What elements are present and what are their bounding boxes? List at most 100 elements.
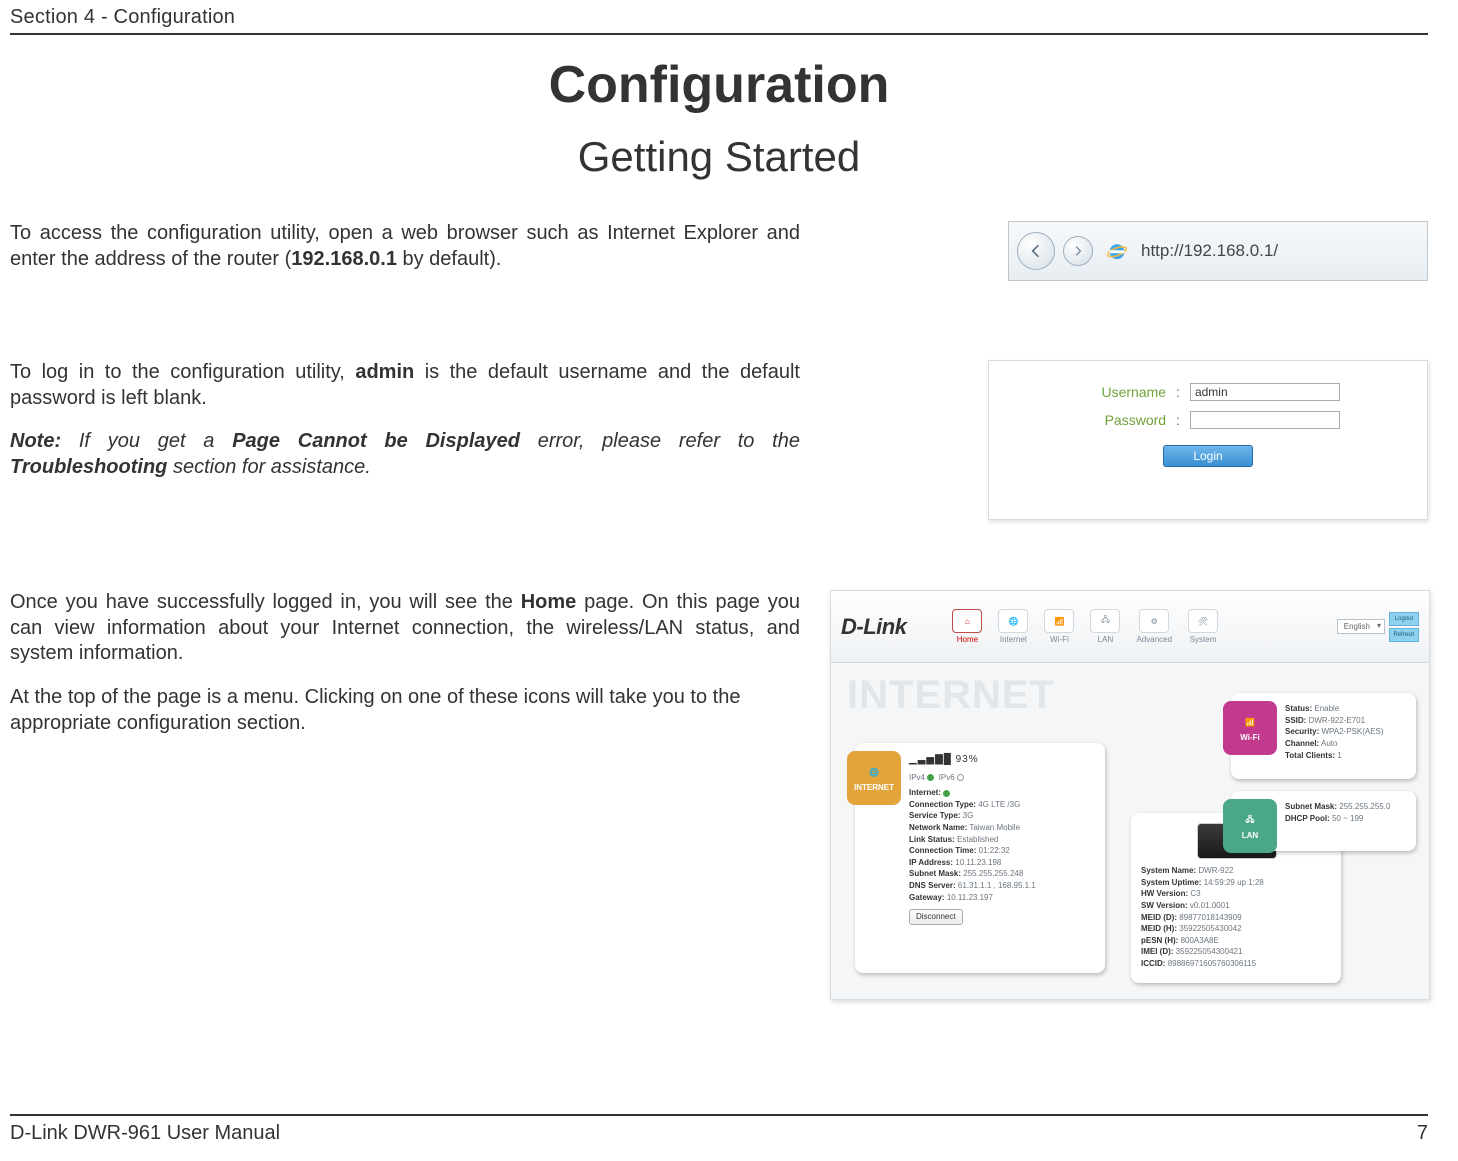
kv-row: ICCID: 89886971605760306115 (1141, 958, 1333, 970)
disconnect-button: Disconnect (909, 909, 963, 925)
login-screenshot: Username : admin Password : Login (988, 360, 1428, 520)
tab-label: LAN (1242, 831, 1258, 840)
kv-row: Internet: (909, 787, 1097, 799)
page-subtitle: Getting Started (10, 133, 1428, 181)
lan-icon: 🖧 (1090, 609, 1120, 633)
kv-row: Total Clients: 1 (1285, 750, 1408, 762)
lan-icon: 🖧 (1239, 813, 1261, 829)
logout-button: Logout (1389, 612, 1419, 626)
error-name: Page Cannot be Displayed (232, 430, 520, 452)
username-label: Username (1076, 384, 1166, 400)
text: To log in to the configuration utility, (10, 361, 355, 383)
text: : (1176, 412, 1180, 428)
tab-label: INTERNET (854, 783, 894, 792)
status-dot-green-icon (943, 790, 950, 797)
text: : (1176, 384, 1180, 400)
running-header: Section 4 - Configuration (10, 0, 1428, 35)
nav-label: Internet (1000, 635, 1027, 644)
paragraph-home: Once you have successfully logged in, yo… (10, 590, 800, 754)
troubleshooting-ref: Troubleshooting (10, 456, 167, 478)
kv-row: DHCP Pool: 50 ~ 199 (1285, 813, 1408, 825)
lan-tab: 🖧 LAN (1223, 799, 1277, 853)
kv-row: Connection Type: 4G LTE /3G (909, 799, 1097, 811)
wifi-tab: 📶 Wi-Fi (1223, 701, 1277, 755)
nav-advanced: ⚙ Advanced (1130, 607, 1178, 646)
internet-tab: 🌐 INTERNET (847, 751, 901, 805)
kv-row: SW Version: v0.01.0001 (1141, 900, 1333, 912)
nav-internet: 🌐 Internet (992, 607, 1034, 646)
kv-row: SSID: DWR-922-E701 (1285, 715, 1408, 727)
watermark: INTERNET (847, 673, 1055, 718)
refresh-button: Refresh (1389, 628, 1419, 642)
status-dot-green-icon (927, 774, 934, 781)
signal-pct: 93% (956, 754, 979, 765)
dlink-logo: D-Link (841, 614, 906, 640)
note-label: Note: (10, 430, 61, 452)
internet-card: 🌐 INTERNET ▁▃▅▇█ 93% IPv4 IPv6 Internet:… (855, 743, 1105, 973)
page-title: Configuration (10, 55, 1428, 115)
text: section for assistance. (167, 456, 370, 478)
text: by default). (397, 248, 502, 270)
ipv6-label: IPv6 (939, 773, 955, 782)
kv-row: Network Name: Taiwan Mobile (909, 822, 1097, 834)
kv-row: DNS Server: 61.31.1.1 , 168.95.1.1 (909, 880, 1097, 892)
footer-manual-title: D-Link DWR-961 User Manual (10, 1122, 280, 1145)
text: Once you have successfully logged in, yo… (10, 591, 521, 613)
status-dot-empty-icon (957, 774, 964, 781)
wifi-icon: 📶 (1044, 609, 1074, 633)
language-select: English (1337, 619, 1385, 634)
kv-row: HW Version: C3 (1141, 888, 1333, 900)
ip-version-row: IPv4 IPv6 (909, 772, 1097, 784)
kv-row: Service Type: 3G (909, 810, 1097, 822)
signal-strength: ▁▃▅▇█ 93% (909, 753, 1097, 768)
nav-label: Advanced (1136, 635, 1172, 644)
username-input: admin (1190, 383, 1340, 401)
login-button: Login (1163, 445, 1253, 467)
text: If you get a (61, 430, 232, 452)
home-icon: ⌂ (952, 609, 982, 633)
lan-card: 🖧 LAN Subnet Mask: 255.255.255.0 DHCP Po… (1231, 791, 1416, 851)
kv-row: System Name: DWR-922 (1141, 865, 1333, 877)
browser-back-icon (1017, 232, 1055, 270)
kv-row: Subnet Mask: 255.255.255.248 (909, 868, 1097, 880)
kv-row: Link Status: Established (909, 834, 1097, 846)
kv-row: Security: WPA2-PSK(AES) (1285, 726, 1408, 738)
default-ip: 192.168.0.1 (291, 248, 397, 270)
nav-label: LAN (1098, 635, 1114, 644)
text: error, please refer to the (520, 430, 800, 452)
kv-row: MEID (D): 89877018143909 (1141, 912, 1333, 924)
nav-label: Wi-Fi (1050, 635, 1069, 644)
paragraph-menu: At the top of the page is a menu. Clicki… (10, 685, 800, 736)
paragraph-access: To access the configuration utility, ope… (10, 221, 800, 290)
wifi-icon: 📶 (1239, 715, 1261, 731)
internet-explorer-icon (1105, 239, 1129, 263)
kv-row: pESN (H): 800A3A8E (1141, 935, 1333, 947)
dashboard-nav: ⌂Home 🌐Internet 📶Wi-Fi 🖧LAN ⚙Advanced 🛠S… (946, 607, 1224, 646)
nav-label: System (1190, 635, 1217, 644)
kv-row: System Uptime: 14:59:29 up 1:28 (1141, 877, 1333, 889)
globe-icon: 🌐 (998, 609, 1028, 633)
browser-url: http://192.168.0.1/ (1141, 241, 1419, 261)
password-input (1190, 411, 1340, 429)
kv-row: IP Address: 10.11.23.198 (909, 857, 1097, 869)
paragraph-login: To log in to the configuration utility, … (10, 360, 800, 498)
default-username: admin (355, 361, 414, 383)
kv-row: Status: Enable (1285, 703, 1408, 715)
home-page-bold: Home (521, 591, 577, 613)
gear-icon: ⚙ (1139, 609, 1169, 633)
nav-wifi: 📶 Wi-Fi (1038, 607, 1080, 646)
browser-address-bar-screenshot: http://192.168.0.1/ (1008, 221, 1428, 281)
globe-icon: 🌐 (863, 765, 885, 781)
footer-page-number: 7 (1417, 1122, 1428, 1145)
kv-row: MEID (H): 35922505430042 (1141, 923, 1333, 935)
browser-forward-icon (1063, 236, 1093, 266)
nav-label: Home (957, 635, 978, 644)
nav-lan: 🖧 LAN (1084, 607, 1126, 646)
kv-row: Subnet Mask: 255.255.255.0 (1285, 801, 1408, 813)
kv-row: Connection Time: 01:22:32 (909, 845, 1097, 857)
wifi-card: 📶 Wi-Fi Status: Enable SSID: DWR-922-E70… (1231, 693, 1416, 779)
nav-home: ⌂ Home (946, 607, 988, 646)
tab-label: Wi-Fi (1240, 733, 1259, 742)
kv-row: Gateway: 10.11.23.197 (909, 892, 1097, 904)
kv-row: IMEI (D): 359225054300421 (1141, 946, 1333, 958)
